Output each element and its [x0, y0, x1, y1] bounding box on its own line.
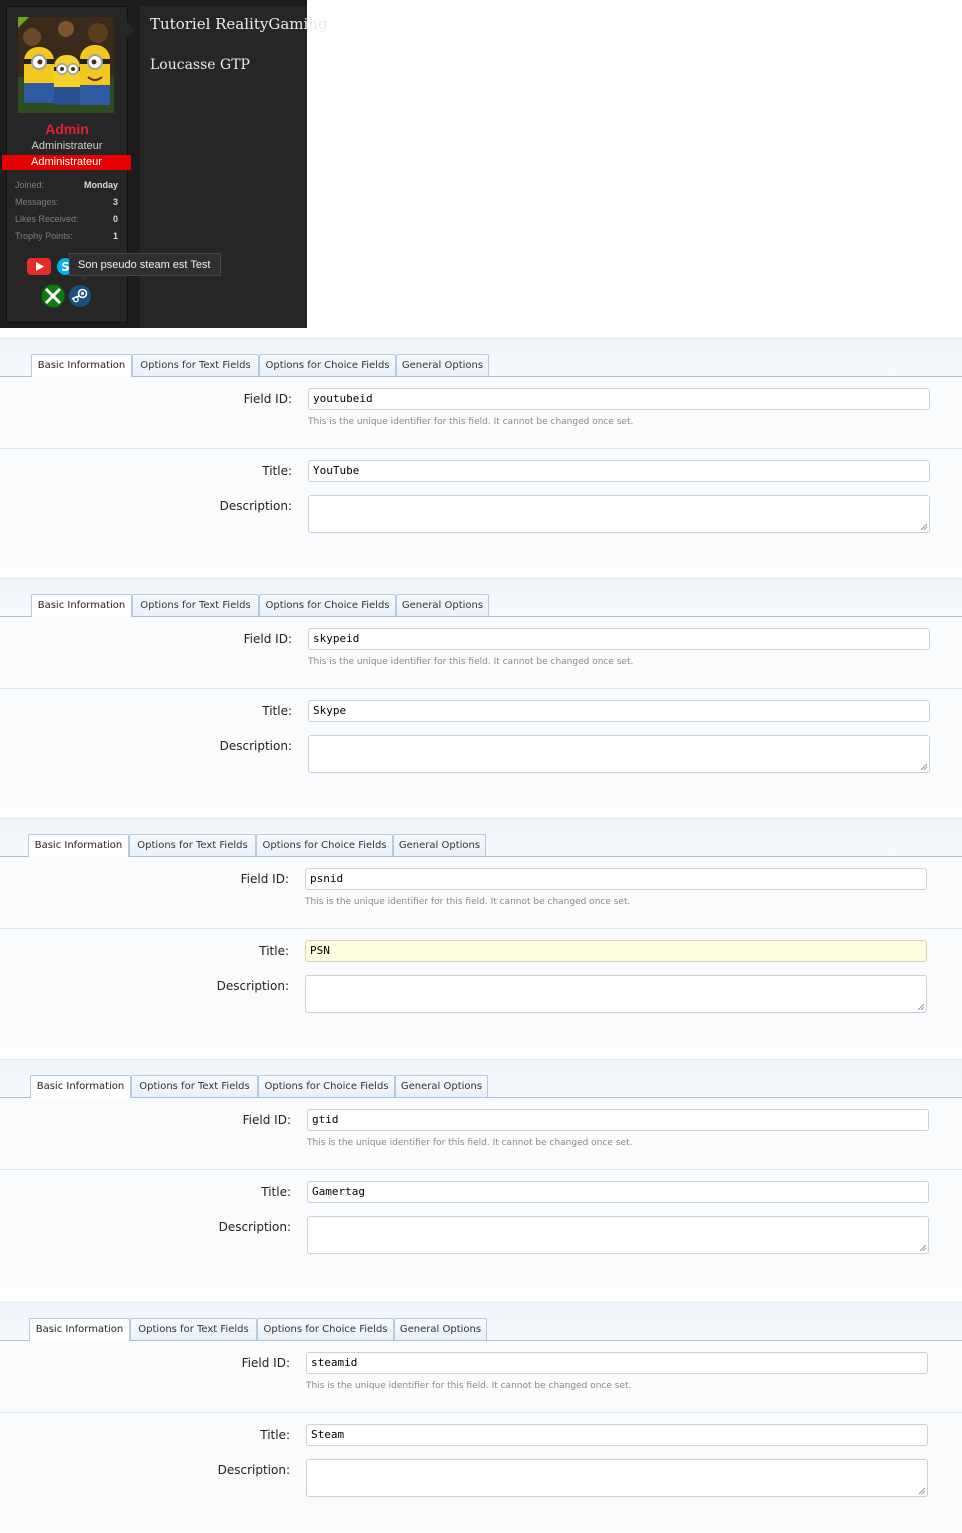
field-id-hint: This is the unique identifier for this f… [306, 1381, 632, 1391]
stat-label: Trophy Points: [15, 231, 73, 241]
separator [0, 818, 962, 819]
resize-grip-icon[interactable] [921, 764, 927, 770]
user-banner: Administrateur [2, 155, 131, 170]
tab-options-text-fields[interactable]: Options for Text Fields [130, 1318, 257, 1340]
title-label: Title: [260, 1428, 290, 1442]
tab-basic-information[interactable]: Basic Information [31, 354, 132, 377]
tab-options-choice-fields[interactable]: Options for Choice Fields [256, 834, 393, 856]
custom-field-form: Basic Information Options for Text Field… [0, 1059, 962, 1289]
custom-field-form: Basic Information Options for Text Field… [0, 818, 962, 1048]
description-textarea[interactable] [308, 735, 930, 773]
tab-options-text-fields[interactable]: Options for Text Fields [132, 594, 259, 616]
message-content [140, 6, 307, 328]
field-id-hint: This is the unique identifier for this f… [308, 417, 634, 427]
description-label: Description: [219, 499, 292, 513]
stat-label: Joined: [15, 180, 45, 190]
field-id-label: Field ID: [242, 1113, 291, 1127]
custom-field-form: Basic Information Options for Text Field… [0, 578, 962, 808]
tab-options-choice-fields[interactable]: Options for Choice Fields [259, 354, 396, 376]
resize-grip-icon[interactable] [918, 1004, 924, 1010]
tooltip: Son pseudo steam est Test [69, 253, 221, 276]
tab-basic-information[interactable]: Basic Information [30, 1075, 131, 1098]
field-id-label: Field ID: [240, 872, 289, 886]
tab-general-options[interactable]: General Options [396, 354, 489, 376]
tab-basic-information[interactable]: Basic Information [31, 594, 132, 617]
field-id-hint: This is the unique identifier for this f… [305, 897, 631, 907]
title-input[interactable]: PSN [305, 940, 927, 962]
separator [0, 338, 962, 339]
tab-basic-information[interactable]: Basic Information [29, 1318, 130, 1341]
stat-label: Messages: [15, 197, 59, 207]
forum-post: Admin Administrateur Administrateur Join… [0, 0, 328, 328]
steam-icon[interactable] [69, 285, 91, 311]
tooltip-pointer [79, 276, 89, 281]
description-label: Description: [218, 1220, 291, 1234]
description-label: Description: [216, 979, 289, 993]
field-id-input[interactable]: youtubeid [308, 388, 930, 410]
stat-label: Likes Received: [15, 214, 79, 224]
xbox-icon[interactable] [41, 284, 65, 312]
tab-options-choice-fields[interactable]: Options for Choice Fields [257, 1318, 394, 1340]
custom-field-form: Basic Information Options for Text Field… [0, 338, 962, 568]
stat-value: Monday [83, 180, 118, 190]
field-id-label: Field ID: [243, 392, 292, 406]
title-label: Title: [262, 464, 292, 478]
tab-options-choice-fields[interactable]: Options for Choice Fields [258, 1075, 395, 1097]
stat-messages: Messages: 3 [15, 197, 118, 207]
message-text: Loucasse GTP [150, 57, 250, 73]
tab-general-options[interactable]: General Options [394, 1318, 487, 1340]
title-input[interactable]: Gamertag [307, 1181, 929, 1203]
online-indicator [18, 17, 29, 28]
tab-options-text-fields[interactable]: Options for Text Fields [129, 834, 256, 856]
field-id-label: Field ID: [243, 632, 292, 646]
stat-value[interactable]: 3 [113, 197, 118, 207]
resize-grip-icon[interactable] [921, 524, 927, 530]
stat-joined: Joined: Monday [15, 180, 118, 190]
separator [0, 578, 962, 579]
resize-grip-icon[interactable] [919, 1488, 925, 1494]
thread-title[interactable]: Tutoriel RealityGaming [150, 15, 328, 33]
tab-options-text-fields[interactable]: Options for Text Fields [131, 1075, 258, 1097]
tab-basic-information[interactable]: Basic Information [28, 834, 129, 857]
field-id-hint: This is the unique identifier for this f… [308, 657, 634, 667]
stat-likes: Likes Received: 0 [15, 214, 118, 224]
tab-options-choice-fields[interactable]: Options for Choice Fields [259, 594, 396, 616]
field-id-hint: This is the unique identifier for this f… [307, 1138, 633, 1148]
field-id-input[interactable]: psnid [305, 868, 927, 890]
stat-value[interactable]: 1 [113, 231, 118, 241]
description-textarea[interactable] [306, 1459, 928, 1497]
description-textarea[interactable] [307, 1216, 929, 1254]
custom-field-form: Basic Information Options for Text Field… [0, 1302, 962, 1532]
separator [0, 1059, 962, 1060]
resize-grip-icon[interactable] [920, 1245, 926, 1251]
username[interactable]: Admin [7, 121, 127, 137]
description-textarea[interactable] [308, 495, 930, 533]
tab-general-options[interactable]: General Options [395, 1075, 488, 1097]
stat-value: 0 [112, 214, 118, 224]
title-input[interactable]: Steam [306, 1424, 928, 1446]
title-input[interactable]: YouTube [308, 460, 930, 482]
description-textarea[interactable] [305, 975, 927, 1013]
field-id-input[interactable]: steamid [306, 1352, 928, 1374]
tab-options-text-fields[interactable]: Options for Text Fields [132, 354, 259, 376]
separator [0, 1302, 962, 1303]
field-id-input[interactable]: gtid [307, 1109, 929, 1131]
title-input[interactable]: Skype [308, 700, 930, 722]
field-id-input[interactable]: skypeid [308, 628, 930, 650]
description-label: Description: [217, 1463, 290, 1477]
stat-trophy-points: Trophy Points: 1 [15, 231, 118, 241]
description-label: Description: [219, 739, 292, 753]
avatar[interactable] [18, 17, 114, 113]
title-label: Title: [261, 1185, 291, 1199]
youtube-icon[interactable] [27, 258, 51, 279]
title-label: Title: [262, 704, 292, 718]
message-pointer [127, 22, 135, 38]
title-label: Title: [259, 944, 289, 958]
user-title: Administrateur [31, 140, 103, 152]
field-id-label: Field ID: [241, 1356, 290, 1370]
tab-general-options[interactable]: General Options [396, 594, 489, 616]
tab-general-options[interactable]: General Options [393, 834, 486, 856]
